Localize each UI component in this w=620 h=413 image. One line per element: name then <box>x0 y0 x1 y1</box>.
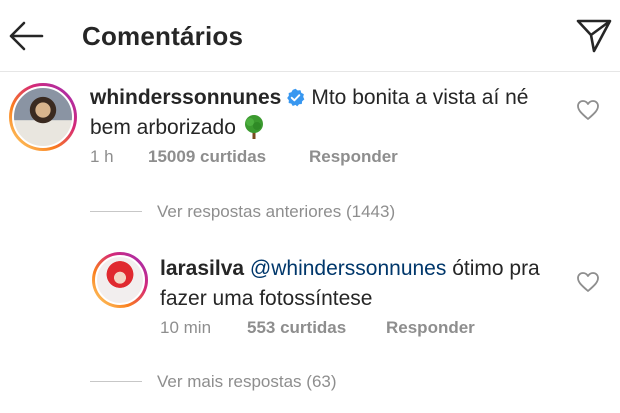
view-more-replies-button[interactable]: Ver mais respostas (63) <box>157 372 337 392</box>
comment-username[interactable]: whinderssonnunes <box>90 86 281 109</box>
heart-icon <box>577 272 599 292</box>
view-previous-replies-button[interactable]: Ver respostas anteriores (1443) <box>157 202 395 222</box>
comment-body: larasilva @whinderssonnunes ótimo pra fa… <box>160 254 570 314</box>
verified-badge-icon <box>287 88 305 107</box>
likes-count[interactable]: 553 curtidas <box>247 318 346 338</box>
avatar[interactable] <box>92 252 148 308</box>
share-button[interactable] <box>574 16 614 54</box>
arrow-left-icon <box>9 21 44 51</box>
reply-button[interactable]: Responder <box>386 318 475 338</box>
like-button[interactable] <box>576 99 600 121</box>
like-button[interactable] <box>576 271 600 293</box>
back-button[interactable] <box>6 18 46 54</box>
avatar-photo <box>12 86 74 148</box>
comment-time: 1 h <box>90 147 114 166</box>
avatar[interactable] <box>9 83 77 151</box>
paper-plane-icon <box>576 19 612 53</box>
avatar-photo <box>95 255 145 305</box>
heart-icon <box>577 100 599 120</box>
thread-divider <box>90 211 142 212</box>
comment-time: 10 min <box>160 318 212 337</box>
reply-button[interactable]: Responder <box>309 147 398 167</box>
mention-link[interactable]: @whinderssonnunes <box>250 257 446 280</box>
page-title: Comentários <box>82 21 244 51</box>
likes-count[interactable]: 15009 curtidas <box>148 147 266 167</box>
comment-username[interactable]: larasilva <box>160 257 244 280</box>
header: Comentários <box>0 0 620 72</box>
tree-emoji-icon <box>244 115 263 139</box>
thread-divider <box>90 381 142 382</box>
comment-body: whinderssonnunes Mto bonita a vista aí né… <box>90 83 570 143</box>
